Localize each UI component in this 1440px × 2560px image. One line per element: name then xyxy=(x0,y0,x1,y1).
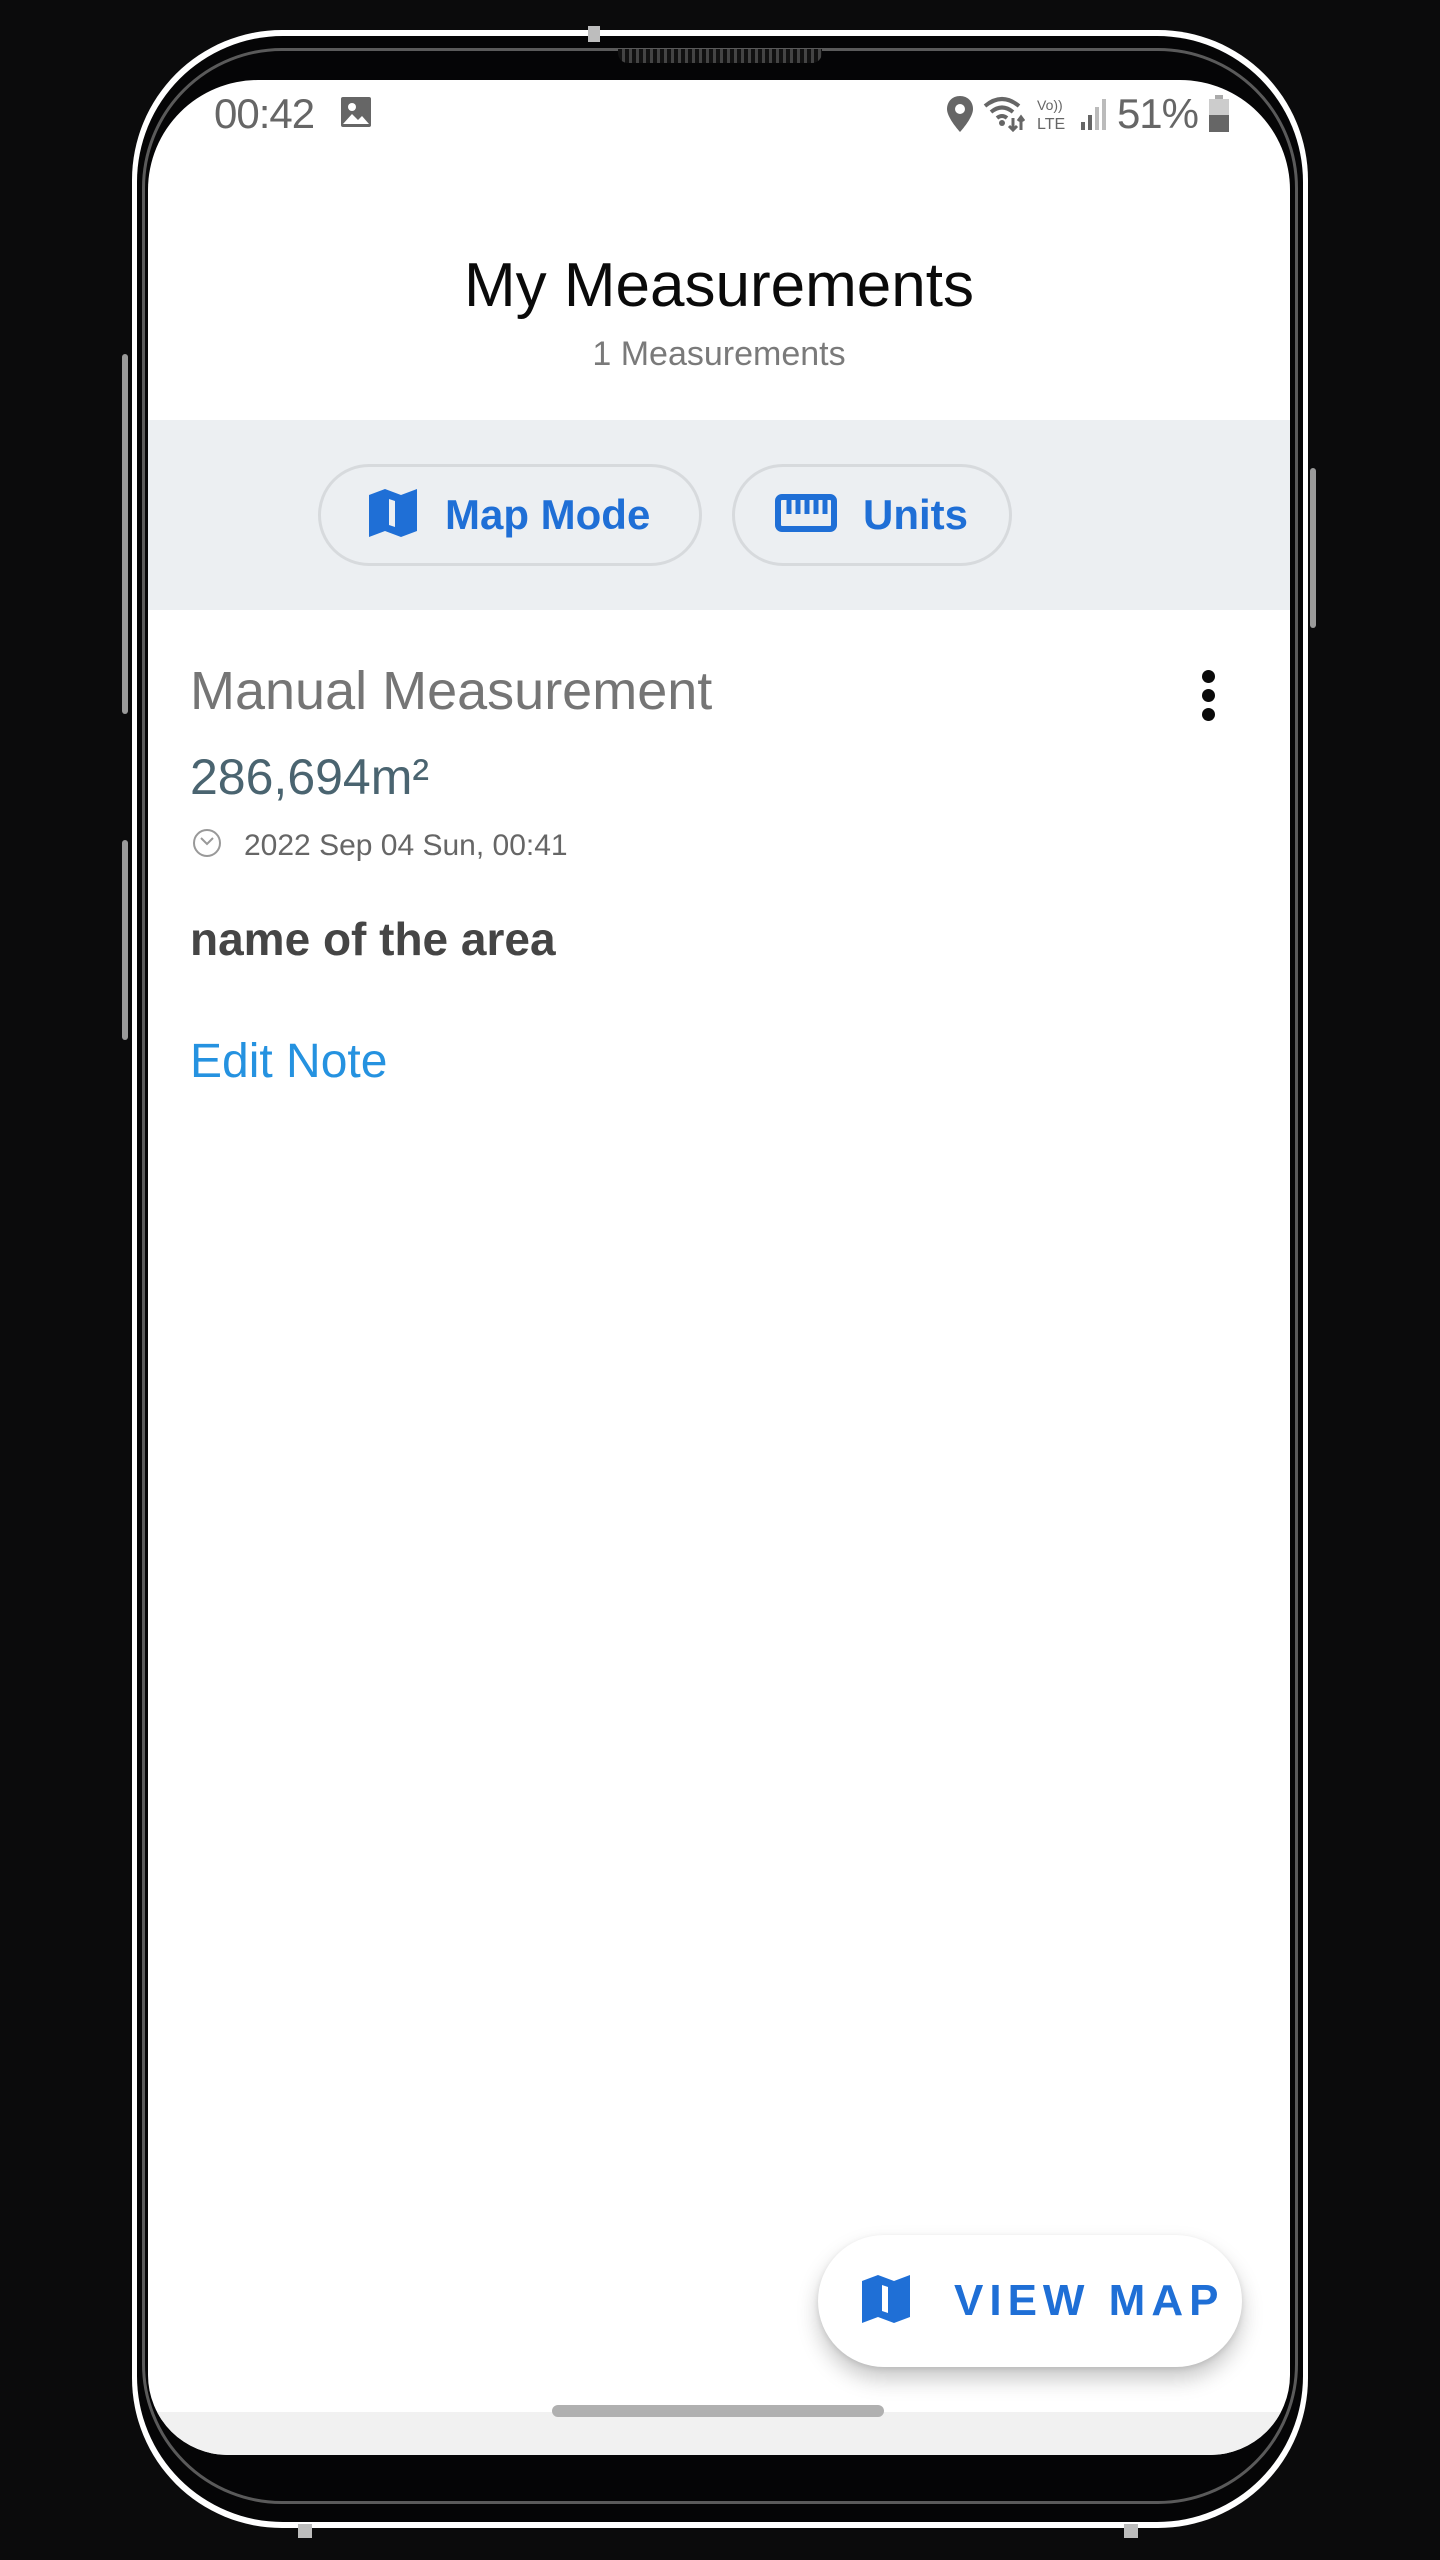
status-icons: Vo)) LTE 51% xyxy=(946,90,1230,138)
wifi-icon xyxy=(983,96,1025,132)
home-indicator[interactable] xyxy=(552,2405,884,2417)
more-vert-icon[interactable] xyxy=(1188,660,1228,730)
phone-bixby-button xyxy=(122,840,128,1040)
phone-top-sensor xyxy=(588,26,600,42)
view-map-button[interactable]: VIEW MAP xyxy=(818,2235,1242,2367)
gallery-icon xyxy=(340,96,372,128)
measurement-title: Manual Measurement xyxy=(190,661,713,721)
map-icon xyxy=(860,2273,912,2330)
page-title: My Measurements xyxy=(464,251,974,320)
phone-bottom-nub-right xyxy=(1124,2524,1138,2538)
units-label: Units xyxy=(863,491,968,538)
battery-icon xyxy=(1208,95,1230,133)
measurement-date-row: 2022 Sep 04 Sun, 00:41 xyxy=(192,828,568,863)
measurement-area: 286,694m² xyxy=(190,749,430,805)
battery-percent: 51% xyxy=(1116,90,1199,137)
location-icon xyxy=(946,96,973,132)
measurement-note: name of the area xyxy=(190,913,556,965)
toolbar: Map Mode Units xyxy=(148,420,1290,610)
map-mode-label: Map Mode xyxy=(445,491,651,538)
ruler-icon xyxy=(775,493,837,537)
units-button[interactable]: Units xyxy=(732,464,1012,566)
map-mode-button[interactable]: Map Mode xyxy=(318,464,702,566)
signal-icon xyxy=(1079,96,1107,132)
app-screen: 00:42 Vo)) LTE 51% My Measurements 1 Meas… xyxy=(148,80,1290,2455)
view-map-label: VIEW MAP xyxy=(954,2276,1225,2325)
navigation-bar xyxy=(148,2412,1290,2455)
phone-volume-button xyxy=(122,354,128,714)
measurement-count: 1 Measurements xyxy=(592,335,846,373)
svg-text:LTE: LTE xyxy=(1037,116,1065,132)
map-icon xyxy=(367,487,419,544)
phone-bottom-nub-left xyxy=(298,2524,312,2538)
phone-power-button xyxy=(1310,468,1316,628)
svg-text:Vo)): Vo)) xyxy=(1037,97,1063,113)
clock-icon xyxy=(192,828,222,863)
volte-lte-icon: Vo)) LTE xyxy=(1035,96,1069,132)
edit-note-link[interactable]: Edit Note xyxy=(190,1034,387,1089)
status-bar: 00:42 Vo)) LTE 51% xyxy=(148,80,1290,150)
phone-speaker-grille xyxy=(618,49,822,63)
status-time: 00:42 xyxy=(214,90,315,137)
measurement-date: 2022 Sep 04 Sun, 00:41 xyxy=(244,828,568,862)
